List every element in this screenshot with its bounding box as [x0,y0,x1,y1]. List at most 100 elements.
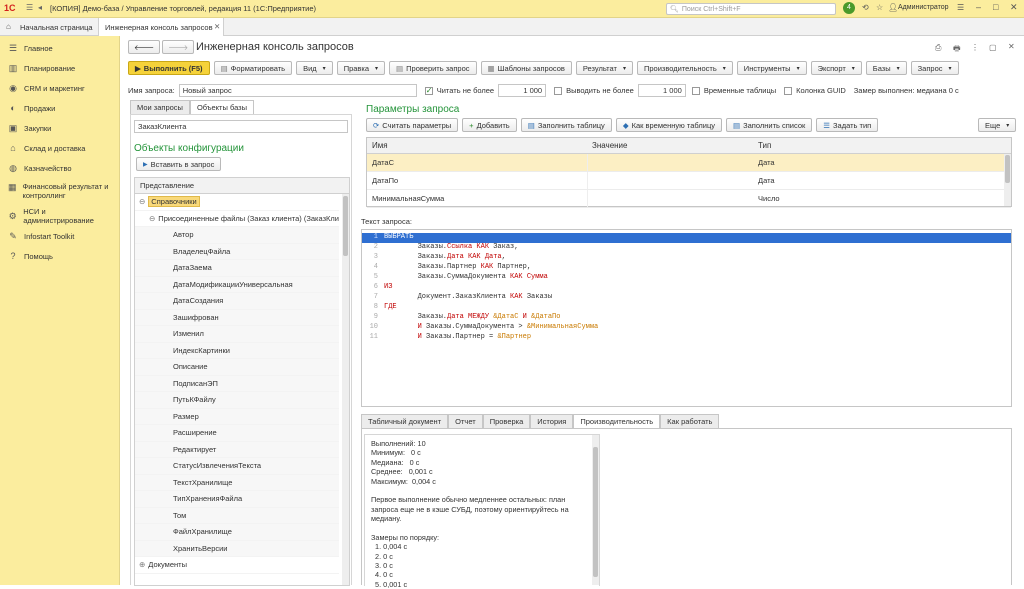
tree-row[interactable]: Размер [135,408,339,425]
bottom-tab[interactable]: Табличный документ [361,414,449,428]
tree-row[interactable]: ХранитьВерсии [135,540,339,557]
param-cell-name[interactable]: ДатаПо [367,176,587,185]
report-scroll-thumb[interactable] [593,447,598,577]
tab-home[interactable]: Начальная страница [20,23,93,32]
param-button[interactable]: + Добавить [462,118,517,132]
format-button[interactable]: ▤ Форматировать [213,61,293,75]
object-search-field[interactable]: ЗаказКлиента [134,120,348,133]
edit-menu[interactable]: Правка ▾ [336,61,386,75]
bottom-tab[interactable]: История [530,414,574,428]
collapse-icon[interactable]: ⊖ [139,197,145,206]
sidebar-item[interactable]: ▥ Планирование [0,58,119,78]
code-line[interactable]: 4 Заказы.Партнер КАК Партнер, [362,263,1011,273]
param-row[interactable]: ДатаПо Дата [367,172,1011,190]
form-close-icon[interactable]: ✕ [1008,42,1015,51]
code-line[interactable]: 2 Заказы.Ссылка КАК Заказ, [362,243,1011,253]
sidebar-item[interactable]: ☰ Главное [0,38,119,58]
link-icon[interactable]: ⎙ [935,43,941,53]
param-button[interactable]: ☰ Задать тип [816,118,879,132]
print-icon[interactable]: 🖶︎ [953,43,961,57]
sidebar-item[interactable]: ◉ CRM и маркетинг [0,78,119,98]
output-limit-field[interactable]: 1 000 [637,84,686,97]
more-menu-icon[interactable]: ⋮ [971,43,979,52]
sidebar-item[interactable]: ⌂ Склад и доставка [0,138,119,158]
tree-row[interactable]: ИндексКартинки [135,342,339,359]
tree-row[interactable]: ПодписанЭП [135,375,339,392]
query-menu[interactable]: Запрос ▾ [910,61,959,75]
param-button[interactable]: ▤ Заполнить таблицу [520,118,612,132]
user-name[interactable]: Администратор [898,4,949,11]
tree-row[interactable]: Том [135,507,339,524]
temp-tables-checkbox[interactable] [691,86,700,95]
read-limit-checkbox[interactable] [424,86,433,95]
tree-row[interactable]: ФайлХранилище [135,524,339,541]
result-menu[interactable]: Результат ▾ [575,61,633,75]
code-line[interactable]: 3 Заказы.Дата КАК Дата, [362,253,1011,263]
param-cell-value[interactable] [587,190,753,207]
tree-row[interactable]: СтатусИзвлеченияТекста [135,458,339,475]
param-button[interactable]: ◆ Как временную таблицу [615,118,722,132]
tree-row[interactable]: Автор [135,227,339,244]
export-menu[interactable]: Экспорт ▾ [810,61,862,75]
param-cell-type[interactable]: Дата [753,158,1003,167]
tools-menu[interactable]: Инструменты ▾ [736,61,807,75]
tree-row[interactable]: ⊖ Присоединенные файлы (Заказ клиента) (З… [135,211,339,227]
sidebar-item[interactable]: ◍ Казначейство [0,158,119,178]
tree-row[interactable]: ДатаЗаема [135,260,339,277]
tree-row[interactable]: ⊕ Документы [135,557,339,574]
history-icon[interactable]: ⟲ [862,3,869,12]
param-cell-name[interactable]: ДатаС [367,158,587,167]
form-maximize-icon[interactable]: ▢ [989,43,997,52]
sidebar-item[interactable]: ▦ Финансовый результат и контроллинг [0,178,119,206]
code-line[interactable]: 1 ВЫБРАТЬ [362,233,1011,243]
view-menu[interactable]: Вид ▾ [296,61,333,75]
params-scroll-thumb[interactable] [1005,155,1010,183]
user-icon[interactable]: 👤︎ [888,3,898,12]
tree-row[interactable]: Описание [135,359,339,376]
collapse-icon[interactable]: ⊖ [149,214,155,223]
param-button[interactable]: ⟳ Считать параметры [366,118,459,132]
code-line[interactable]: 7 Документ.ЗаказКлиента КАК Заказы [362,293,1011,303]
param-cell-name[interactable]: МинимальнаяСумма [367,194,587,203]
code-line[interactable]: 10 И Заказы.СуммаДокумента > &Минимальна… [362,323,1011,333]
minimize-icon[interactable]: – [976,2,981,12]
param-cell-type[interactable]: Дата [753,176,1003,185]
sidebar-item[interactable]: ◐ Продажи [0,98,119,118]
tab-my-queries[interactable]: Мои запросы [130,100,190,114]
forward-button[interactable]: 🡒 [162,40,195,54]
global-search-input[interactable]: 🔍︎ Поиск Ctrl+Shift+F [666,3,836,15]
sidebar-item[interactable]: ▣ Закупки [0,118,119,138]
sidebar-item[interactable]: ⚙ НСИ и администрирование [0,206,119,226]
output-limit-checkbox[interactable] [554,86,563,95]
tree-row[interactable]: Изменил [135,326,339,343]
read-limit-field[interactable]: 1 000 [498,84,547,97]
insert-into-query-button[interactable]: ▶ Вставить в запрос [136,157,222,171]
tree-row[interactable]: ПутьКФайлу [135,392,339,409]
bottom-tab[interactable]: Отчет [448,414,483,428]
bottom-tab[interactable]: Как работать [660,414,720,428]
tree-row[interactable]: Расширение [135,425,339,442]
tree-row[interactable]: Редактирует [135,441,339,458]
notification-bell-icon[interactable]: 4 [843,2,855,14]
tab-db-objects[interactable]: Объекты базы [189,100,254,114]
code-line[interactable]: 5 Заказы.СуммаДокумента КАК Сумма [362,273,1011,283]
param-cell-value[interactable] [587,172,753,189]
param-cell-value[interactable] [587,154,753,171]
expand-icon[interactable]: ⊕ [139,560,145,569]
tab-close-icon[interactable]: ✕ [214,22,220,31]
tree-row[interactable]: Зашифрован [135,309,339,326]
tree-scroll-thumb[interactable] [343,196,348,256]
close-icon[interactable]: ✕ [1010,2,1018,13]
tree-row[interactable]: ДатаСоздания [135,293,339,310]
params-scrollbar[interactable] [1004,154,1011,206]
code-line[interactable]: 6 ИЗ [362,283,1011,293]
param-cell-type[interactable]: Число [753,194,1003,203]
sidebar-item[interactable]: ? Помощь [0,246,119,266]
code-line[interactable]: 11 И Заказы.Партнер = &Партнер [362,333,1011,343]
bottom-tab[interactable]: Производительность [573,414,661,428]
back-button[interactable]: 🡐 [128,40,161,54]
bases-menu[interactable]: Базы ▾ [865,61,907,75]
query-name-field[interactable]: Новый запрос [178,84,417,97]
tree-row[interactable]: ТипХраненияФайла [135,491,339,508]
tab-query-console[interactable]: Инженерная консоль запросов ✕ [98,18,224,36]
